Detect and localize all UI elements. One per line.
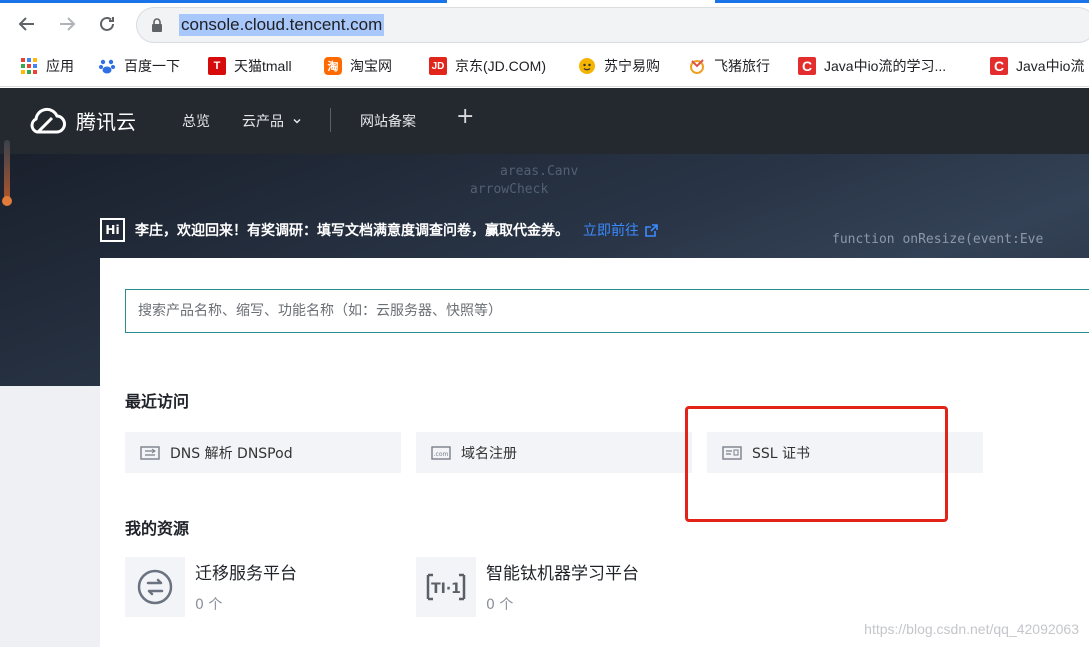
bookmark-csdn-1[interactable]: C Java中io流的学习...	[798, 55, 946, 77]
resource-item-migration[interactable]: 迁移服务平台 0 个	[125, 557, 297, 617]
dns-icon	[140, 445, 160, 460]
hero-code-text: arrowCheck	[470, 182, 549, 197]
svg-text:.com: .com	[434, 451, 449, 458]
bookmark-label: 淘宝网	[350, 58, 392, 74]
bookmark-apps[interactable]: 应用	[20, 55, 74, 77]
jd-icon: JD	[429, 57, 447, 75]
side-scroll-handle[interactable]	[4, 140, 10, 202]
bookmark-label: 京东(JD.COM)	[455, 58, 546, 74]
fliggy-icon	[688, 57, 706, 75]
my-resources-title: 我的资源	[125, 519, 190, 538]
resource-name: 迁移服务平台	[195, 564, 297, 584]
bookmark-label: 应用	[46, 58, 74, 74]
baidu-paw-icon	[98, 57, 116, 75]
logo-text: 腾讯云	[76, 109, 136, 134]
nav-divider	[330, 108, 331, 132]
arrow-right-icon	[60, 17, 76, 31]
migration-icon	[125, 557, 185, 617]
bookmark-taobao[interactable]: 淘 淘宝网	[324, 55, 392, 77]
page-left-background	[0, 386, 100, 647]
bookmark-label: 天猫tmall	[234, 58, 292, 74]
resource-name: 智能钛机器学习平台	[486, 564, 639, 584]
bookmark-jd[interactable]: JD 京东(JD.COM)	[429, 55, 546, 77]
suning-icon	[578, 57, 596, 75]
bookmark-tmall[interactable]: T 天猫tmall	[208, 55, 292, 77]
bookmark-label: Java中io流的学习...	[824, 58, 947, 74]
bookmark-label: 苏宁易购	[604, 58, 660, 74]
browser-toolbar: console.cloud.tencent.com	[0, 3, 1089, 45]
svg-text:TI·1: TI·1	[431, 581, 461, 597]
welcome-message: 李庄，欢迎回来！有奖调研：填写文档满意度调查问卷，赢取代金券。	[135, 223, 569, 239]
bookmark-csdn-2[interactable]: C Java中io流	[990, 55, 1084, 77]
bookmarks-bar: 应用 百度一下 T 天猫tmall 淘 淘宝网 JD 京东(JD.COM) 苏宁…	[0, 45, 1089, 87]
external-link-icon[interactable]	[645, 223, 658, 237]
bookmark-baidu[interactable]: 百度一下	[98, 55, 180, 77]
address-bar[interactable]: console.cloud.tencent.com	[136, 7, 1089, 43]
domain-com-icon: .com	[431, 445, 451, 460]
watermark-text: https://blog.csdn.net/qq_42092063	[864, 621, 1079, 637]
ti-one-icon: TI·1	[416, 557, 476, 617]
back-button[interactable]	[14, 11, 40, 37]
resource-count: 0 个	[486, 597, 514, 613]
go-now-link[interactable]: 立即前往	[583, 220, 639, 240]
recent-visits-title: 最近访问	[125, 392, 190, 411]
bookmark-suning[interactable]: 苏宁易购	[578, 55, 660, 77]
bookmark-fliggy[interactable]: 飞猪旅行	[688, 55, 770, 77]
welcome-banner: Hi 李庄，欢迎回来！有奖调研：填写文档满意度调查问卷，赢取代金券。 立即前往	[100, 217, 658, 243]
apps-grid-icon	[20, 57, 38, 75]
nav-products[interactable]: 云产品	[242, 111, 302, 131]
nav-overview[interactable]: 总览	[182, 111, 210, 131]
taobao-icon: 淘	[324, 57, 342, 75]
annotation-highlight-box	[685, 406, 948, 522]
side-scroll-knob[interactable]	[2, 196, 12, 206]
csdn-icon: C	[990, 57, 1008, 75]
bookmark-label: 飞猪旅行	[714, 58, 770, 74]
recent-item-dns[interactable]: DNS 解析 DNSPod	[125, 432, 401, 473]
url-text[interactable]: console.cloud.tencent.com	[179, 14, 385, 36]
nav-filing[interactable]: 网站备案	[360, 111, 416, 131]
chevron-down-icon	[293, 118, 301, 124]
nav-products-label: 云产品	[242, 114, 284, 130]
recent-item-domain[interactable]: .com 域名注册	[416, 432, 692, 473]
main-panel: 最近访问 DNS 解析 DNSPod .com 域名注册 SSL 证书 我的资源…	[100, 258, 1089, 647]
product-search-box[interactable]	[125, 289, 1089, 333]
cloud-logo-icon	[30, 107, 66, 134]
lock-icon	[152, 18, 162, 32]
tencent-cloud-logo[interactable]: 腾讯云	[24, 104, 136, 136]
reload-icon	[100, 16, 114, 31]
recent-item-label: DNS 解析 DNSPod	[170, 445, 293, 462]
hero-code-text: function onResize(event:Eve	[832, 232, 1044, 247]
csdn-icon: C	[798, 57, 816, 75]
resource-item-ti-one[interactable]: TI·1 智能钛机器学习平台 0 个	[416, 557, 639, 617]
recent-item-label: 域名注册	[461, 445, 517, 462]
forward-button[interactable]	[54, 11, 80, 37]
hero-code-text: areas.Canv	[500, 164, 579, 179]
tmall-icon: T	[208, 57, 226, 75]
hi-badge: Hi	[100, 218, 125, 242]
resource-count: 0 个	[195, 597, 223, 613]
bookmark-label: Java中io流	[1016, 58, 1085, 74]
reload-button[interactable]	[94, 11, 120, 37]
console-top-nav: 腾讯云 总览 云产品 网站备案 +	[0, 88, 1089, 154]
arrow-left-icon	[18, 17, 34, 31]
add-shortcut-button[interactable]: +	[456, 104, 474, 129]
bookmark-label: 百度一下	[124, 58, 180, 74]
product-search-input[interactable]	[126, 290, 1089, 332]
